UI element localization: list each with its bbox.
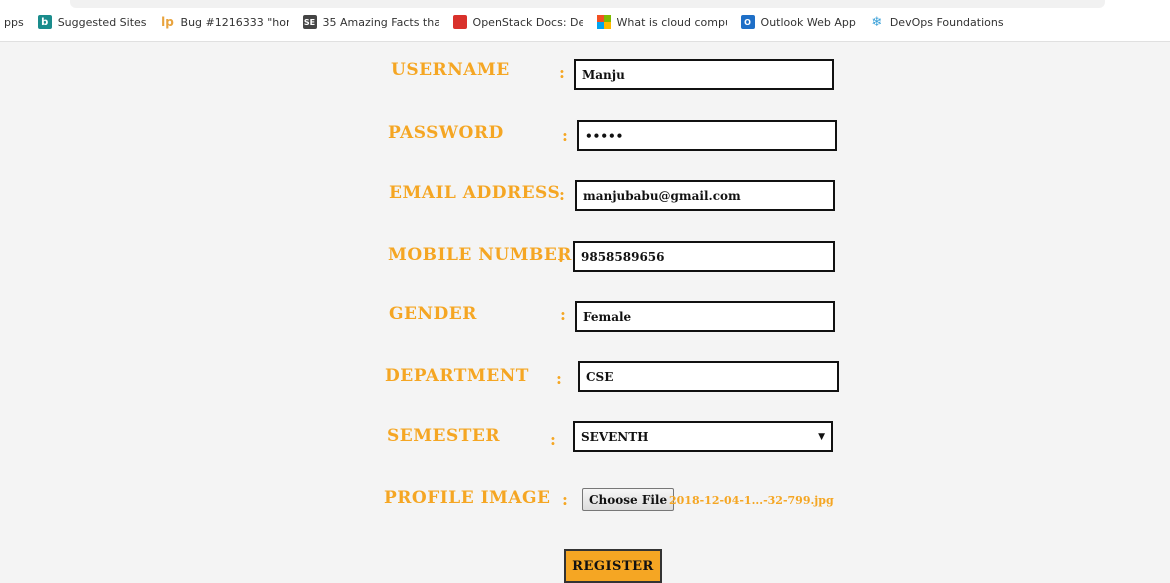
bookmark-label: DevOps Foundations: [889, 15, 1004, 29]
email-colon: :: [559, 185, 565, 204]
mobile-label: MOBILE NUMBER: [388, 245, 572, 265]
password-input[interactable]: [577, 120, 837, 151]
bookmarks-bar: pps b Suggested Sites lp Bug #1216333 "h…: [0, 0, 1170, 42]
choose-file-button[interactable]: Choose File: [582, 488, 675, 511]
department-input[interactable]: [578, 361, 839, 392]
bookmark-devops[interactable]: ❄ DevOps Foundations: [870, 14, 1004, 30]
bing-icon: b: [37, 15, 52, 29]
mobile-input[interactable]: [573, 241, 835, 272]
devops-icon: ❄: [871, 14, 883, 30]
bookmark-label: OpenStack Docs: Dev: [472, 15, 583, 29]
password-colon: :: [562, 126, 568, 145]
chevron-down-icon: ▼: [818, 431, 825, 442]
username-input[interactable]: [574, 59, 834, 90]
gender-label: GENDER: [389, 304, 477, 324]
microsoft-icon-tile: [596, 22, 604, 29]
bookmark-apps[interactable]: pps: [4, 16, 24, 29]
semester-select[interactable]: SEVENTH ▼: [573, 421, 833, 452]
semester-selected-value: SEVENTH: [581, 429, 649, 444]
bookmark-bug[interactable]: lp Bug #1216333 "horiz: [161, 15, 289, 29]
bookmark-label: Outlook Web App: [760, 15, 856, 29]
semester-colon: :: [550, 430, 556, 449]
profile-image-colon: :: [562, 490, 568, 509]
bookmark-label: pps: [4, 15, 24, 29]
password-label: PASSWORD: [388, 123, 504, 143]
stack-exchange-icon: SE: [302, 15, 317, 29]
bookmark-list: pps b Suggested Sites lp Bug #1216333 "h…: [0, 12, 1018, 32]
username-colon: :: [559, 63, 565, 82]
semester-label: SEMESTER: [387, 426, 501, 446]
email-input[interactable]: [575, 180, 835, 211]
launchpad-icon: lp: [161, 15, 174, 29]
email-label: EMAIL ADDRESS: [389, 183, 561, 203]
microsoft-icon-tile: [603, 15, 611, 22]
microsoft-icon-tile: [603, 22, 611, 29]
profile-image-label: PROFILE IMAGE: [384, 488, 551, 508]
bookmark-suggested-sites[interactable]: b Suggested Sites: [37, 15, 147, 29]
microsoft-icon: [596, 15, 611, 29]
bookmark-amazing-facts[interactable]: SE 35 Amazing Facts tha: [302, 15, 439, 29]
department-label: DEPARTMENT: [385, 366, 529, 386]
department-colon: :: [556, 369, 562, 388]
tab-strip-edge: [70, 0, 1105, 8]
microsoft-icon-tile: [596, 15, 604, 22]
bookmark-label: What is cloud compu: [616, 15, 727, 29]
gender-input[interactable]: [575, 301, 835, 332]
bookmark-label: 35 Amazing Facts tha: [322, 15, 439, 29]
bookmark-cloud-computing[interactable]: What is cloud compu: [596, 15, 727, 29]
register-button[interactable]: REGISTER: [564, 549, 662, 583]
bookmark-label: Bug #1216333 "horiz: [180, 15, 289, 29]
bookmark-outlook[interactable]: O Outlook Web App: [740, 15, 856, 29]
bookmark-label: Suggested Sites: [57, 15, 147, 29]
gender-colon: :: [560, 305, 566, 324]
bookmark-openstack-docs[interactable]: OpenStack Docs: Dev: [452, 15, 583, 29]
selected-file-name: 2018-12-04-1...-32-799.jpg: [669, 494, 834, 507]
registration-form: USERNAME : PASSWORD : EMAIL ADDRESS : MO…: [0, 42, 1170, 583]
username-label: USERNAME: [391, 60, 510, 80]
outlook-icon: O: [740, 15, 755, 29]
openstack-icon: [452, 15, 467, 29]
mobile-colon: :: [558, 247, 564, 266]
